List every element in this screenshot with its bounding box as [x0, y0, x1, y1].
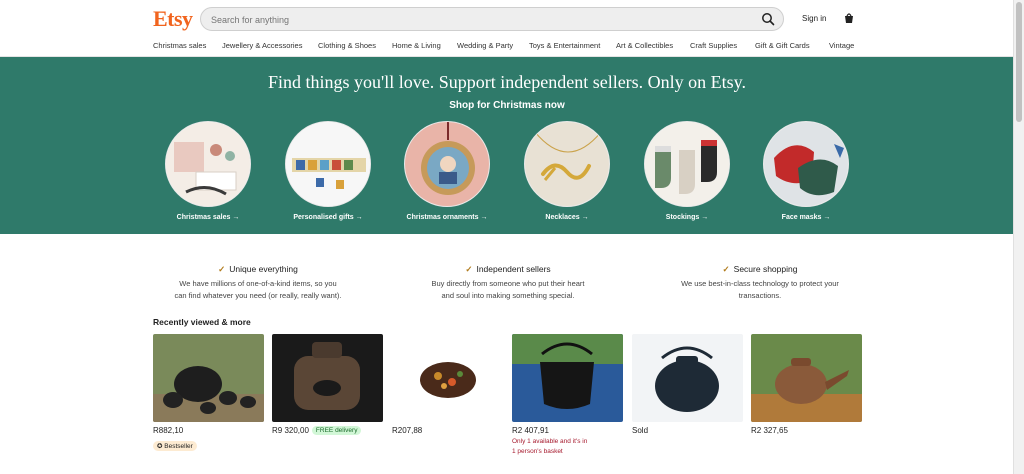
- hero-item-label[interactable]: Face masks →: [756, 214, 856, 221]
- value-prop-line: transactions.: [738, 291, 782, 300]
- value-prop-text: We have millions of one-of-a-kind items,…: [153, 278, 363, 302]
- badge-text: Bestseller: [164, 443, 193, 450]
- christmas-ornaments-image[interactable]: [404, 121, 490, 207]
- product-card[interactable]: R2 327,65: [751, 334, 862, 435]
- product-card[interactable]: R207,88: [392, 334, 503, 435]
- hero-item-label[interactable]: Christmas sales →: [158, 214, 258, 221]
- etsy-logo[interactable]: Etsy: [153, 6, 193, 32]
- personalised-gifts-image[interactable]: [285, 121, 371, 207]
- value-prop-line: Buy directly from someone who put their …: [431, 279, 585, 288]
- value-prop-text: We use best-in-class technology to prote…: [655, 278, 865, 302]
- hero-item-christmas-ornaments[interactable]: Christmas ornaments →: [397, 121, 497, 231]
- hero-subtitle: Shop for Christmas now: [449, 100, 565, 111]
- nav-gifts[interactable]: Gift & Gift Cards: [755, 41, 810, 50]
- product-price: R9 320,00: [272, 426, 309, 435]
- value-prop-unique: ✓ Unique everything We have millions of o…: [153, 264, 363, 302]
- product-image[interactable]: [632, 334, 743, 422]
- product-price: R2 327,65: [751, 426, 788, 435]
- value-prop-line: We have millions of one-of-a-kind items,…: [179, 279, 337, 288]
- value-prop-heading: Independent sellers: [476, 264, 551, 274]
- hero-item-label[interactable]: Christmas ornaments →: [397, 214, 497, 221]
- value-prop-line: can find whatever you need (or really, r…: [174, 291, 342, 300]
- hero-item-personalised-gifts[interactable]: Personalised gifts →: [278, 121, 378, 231]
- product-card[interactable]: R9 320,00 FREE delivery: [272, 334, 383, 435]
- check-icon: ✓: [218, 264, 226, 274]
- nav-toys[interactable]: Toys & Entertainment: [529, 41, 600, 50]
- hero-item-label[interactable]: Stockings →: [637, 214, 737, 221]
- product-price: R882,10: [153, 426, 184, 435]
- hero-item-label[interactable]: Personalised gifts →: [278, 214, 378, 221]
- stockings-image[interactable]: [644, 121, 730, 207]
- product-image[interactable]: [751, 334, 862, 422]
- search-bar[interactable]: [200, 7, 784, 31]
- scrollbar-thumb[interactable]: [1016, 2, 1022, 122]
- value-prop-heading: Secure shopping: [733, 264, 798, 274]
- header: Etsy Sign in: [0, 0, 1014, 38]
- value-prop-heading: Unique everything: [229, 264, 298, 274]
- hero-item-christmas-sales[interactable]: Christmas sales →: [158, 121, 258, 231]
- recently-viewed-title: Recently viewed & more: [153, 317, 251, 327]
- nav-vintage[interactable]: Vintage: [829, 41, 854, 50]
- necklaces-image[interactable]: [524, 121, 610, 207]
- hero-title: Find things you'll love. Support indepen…: [267, 72, 747, 92]
- basket-icon[interactable]: [842, 11, 856, 25]
- nav-jewellery[interactable]: Jewellery & Accessories: [222, 41, 302, 50]
- face-masks-image[interactable]: [763, 121, 849, 207]
- scrollbar[interactable]: [1013, 0, 1024, 474]
- free-delivery-badge: FREE delivery: [311, 426, 362, 435]
- product-image[interactable]: [512, 334, 623, 422]
- hero-banner: Find things you'll love. Support indepen…: [0, 57, 1014, 234]
- hero-item-stockings[interactable]: Stockings →: [637, 121, 737, 231]
- nav-home[interactable]: Home & Living: [392, 41, 441, 50]
- value-prop-secure: ✓ Secure shopping We use best-in-class te…: [655, 264, 865, 302]
- stock-note-line: 1 person's basket: [512, 448, 563, 455]
- product-card[interactable]: R2 407,91 Only 1 available and it's in 1 …: [512, 334, 623, 457]
- value-prop-line: We use best-in-class technology to prote…: [681, 279, 839, 288]
- nav-clothing[interactable]: Clothing & Shoes: [318, 41, 376, 50]
- product-image[interactable]: [153, 334, 264, 422]
- check-icon: ✓: [465, 264, 473, 274]
- product-price: R2 407,91: [512, 426, 549, 435]
- sign-in-link[interactable]: Sign in: [802, 14, 826, 23]
- bestseller-badge: ✪ Bestseller: [153, 441, 197, 451]
- product-image[interactable]: [272, 334, 383, 422]
- value-prop-line: and soul into making something special.: [441, 291, 575, 300]
- search-input[interactable]: [209, 11, 753, 29]
- value-prop-sellers: ✓ Independent sellers Buy directly from s…: [403, 264, 613, 302]
- product-price: R207,88: [392, 426, 423, 435]
- nav-christmas-sales[interactable]: Christmas sales: [153, 41, 206, 50]
- search-icon[interactable]: [761, 12, 775, 26]
- category-nav: Christmas sales Jewellery & Accessories …: [0, 38, 1014, 57]
- nav-craft[interactable]: Craft Supplies: [690, 41, 737, 50]
- product-card[interactable]: R882,10 ✪ Bestseller: [153, 334, 264, 453]
- product-card[interactable]: Sold: [632, 334, 743, 435]
- nav-art[interactable]: Art & Collectibles: [616, 41, 673, 50]
- check-icon: ✓: [722, 264, 730, 274]
- hero-item-face-masks[interactable]: Face masks →: [756, 121, 856, 231]
- nav-wedding[interactable]: Wedding & Party: [457, 41, 513, 50]
- stock-note: Only 1 available and it's in 1 person's b…: [512, 437, 612, 457]
- stock-note-line: Only 1 available and it's in: [512, 438, 588, 445]
- hero-item-label[interactable]: Necklaces →: [517, 214, 617, 221]
- page: Etsy Sign in Christmas sales Jewellery &…: [0, 0, 1014, 474]
- value-prop-text: Buy directly from someone who put their …: [403, 278, 613, 302]
- hero-item-necklaces[interactable]: Necklaces →: [517, 121, 617, 231]
- christmas-sales-image[interactable]: [165, 121, 251, 207]
- product-price: Sold: [632, 426, 649, 435]
- product-image[interactable]: [392, 334, 503, 422]
